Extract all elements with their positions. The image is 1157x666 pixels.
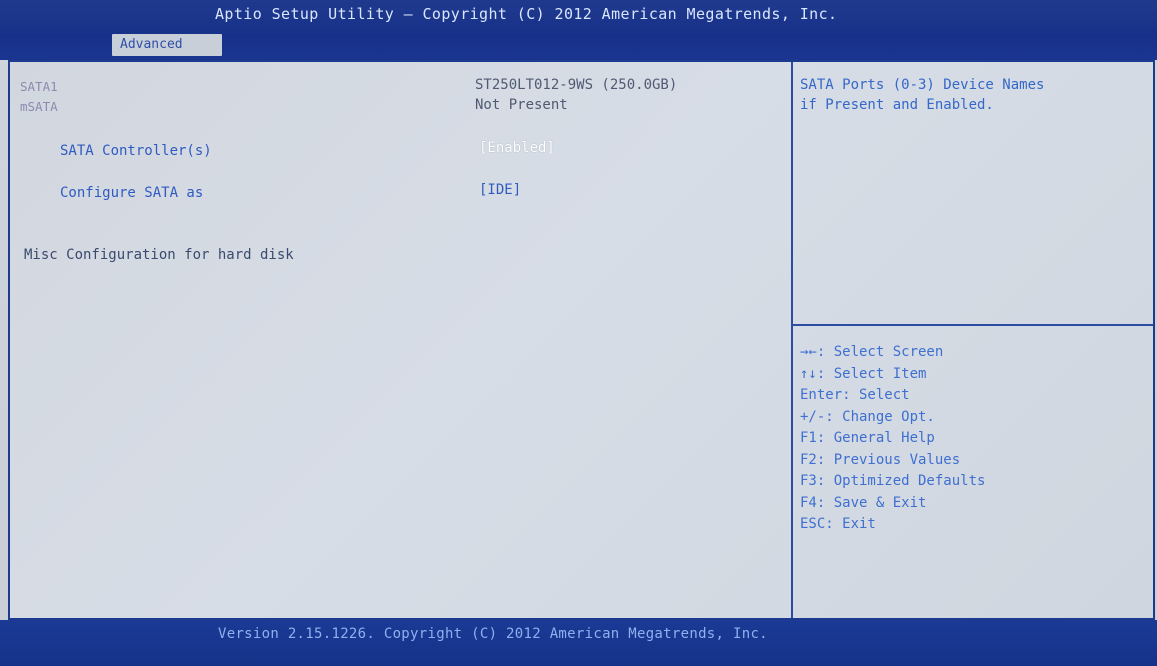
title-bar: Aptio Setup Utility – Copyright (C) 2012… bbox=[0, 0, 1157, 60]
device-value-msata: Not Present bbox=[475, 97, 568, 113]
setting-label-sata-controller[interactable]: SATA Controller(s) bbox=[60, 143, 212, 159]
tab-advanced[interactable]: Advanced bbox=[112, 34, 222, 56]
main-panel: SATA1 ST250LT012-9WS (250.0GB) mSATA Not… bbox=[8, 60, 1155, 620]
help-description-line: SATA Ports (0-3) Device Names bbox=[800, 77, 1045, 93]
key-legend-item: Enter: Select bbox=[800, 387, 910, 403]
device-label-sata1: SATA1 bbox=[20, 79, 58, 94]
utility-title: Aptio Setup Utility – Copyright (C) 2012… bbox=[215, 5, 838, 23]
key-legend-item: F4: Save & Exit bbox=[800, 494, 927, 511]
key-legend-item: F1: General Help bbox=[800, 430, 935, 446]
help-divider bbox=[793, 324, 1153, 326]
bios-screen: Aptio Setup Utility – Copyright (C) 2012… bbox=[0, 0, 1157, 666]
key-legend-item: +/-: Change Opt. bbox=[800, 408, 935, 425]
key-legend-item: ESC: Exit bbox=[800, 516, 876, 532]
key-legend-item: F2: Previous Values bbox=[800, 451, 961, 468]
setting-value-sata-controller[interactable]: [Enabled] bbox=[479, 140, 555, 156]
key-legend-item: →←: Select Screen bbox=[800, 344, 944, 360]
device-value-sata1: ST250LT012-9WS (250.0GB) bbox=[475, 77, 678, 93]
misc-config-note: Misc Configuration for hard disk bbox=[24, 247, 294, 263]
key-legend-item: ↑↓: Select Item bbox=[800, 365, 927, 382]
help-description-line: if Present and Enabled. bbox=[800, 97, 994, 113]
setting-value-configure-sata[interactable]: [IDE] bbox=[479, 182, 521, 198]
key-legend: →←: Select Screen ↑↓: Select Item Enter:… bbox=[800, 342, 985, 536]
setting-label-configure-sata[interactable]: Configure SATA as bbox=[60, 185, 203, 201]
key-legend-item: F3: Optimized Defaults bbox=[800, 473, 986, 489]
vertical-divider bbox=[791, 62, 793, 618]
device-label-msata: mSATA bbox=[20, 99, 58, 114]
footer-bar: Version 2.15.1226. Copyright (C) 2012 Am… bbox=[0, 620, 1157, 666]
version-copyright: Version 2.15.1226. Copyright (C) 2012 Am… bbox=[218, 626, 768, 642]
